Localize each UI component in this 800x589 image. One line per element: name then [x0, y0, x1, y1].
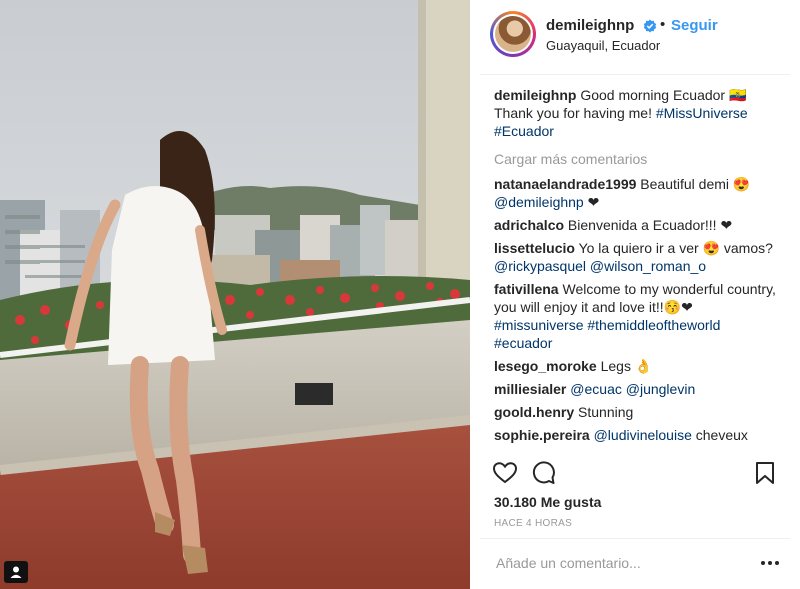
mention-link[interactable]: @rickypasquel	[494, 258, 586, 274]
comment-text: Beautiful demi 😍	[640, 176, 751, 192]
comment-item: lissettelucio Yo la quiero ir a ver 😍 va…	[494, 239, 779, 275]
comment-username[interactable]: lissettelucio	[494, 240, 575, 256]
header-username[interactable]: demileighnp	[546, 17, 634, 34]
comment-username[interactable]: natanaelandrade1999	[494, 176, 636, 192]
comment-username[interactable]: lesego_moroke	[494, 358, 597, 374]
hashtag-link[interactable]: #ecuador	[494, 335, 552, 351]
load-more-comments-button[interactable]: Cargar más comentarios	[494, 150, 779, 168]
post-photo[interactable]	[0, 0, 470, 589]
comment-username[interactable]: goold.henry	[494, 404, 574, 420]
post-header: demileighnp • Seguir Guayaquil, Ecuador	[480, 0, 790, 75]
comment-username[interactable]: sophie.pereira	[494, 427, 590, 443]
mention-link[interactable]: @ecuac	[570, 381, 622, 397]
comment-item: natanaelandrade1999 Beautiful demi 😍 @de…	[494, 175, 779, 211]
comment-item: lesego_moroke Legs 👌	[494, 357, 779, 375]
caption-username[interactable]: demileighnp	[494, 87, 576, 103]
user-tag-icon[interactable]	[4, 561, 28, 583]
follow-button[interactable]: Seguir	[671, 17, 718, 34]
comment-username[interactable]: adrichalco	[494, 217, 564, 233]
hashtag-link[interactable]: #themiddleoftheworld	[587, 317, 720, 333]
comments-list: demileighnp Good morning Ecuador 🇪🇨 Than…	[494, 86, 779, 449]
instagram-post: demileighnp • Seguir Guayaquil, Ecuador …	[0, 0, 800, 589]
comment-bubble-icon[interactable]	[530, 460, 556, 486]
comment-input[interactable]	[494, 554, 748, 572]
mention-link[interactable]: @wilson_roman_o	[590, 258, 706, 274]
comment-text-suffix: cheveux	[695, 427, 748, 443]
comment-username[interactable]: fativillena	[494, 281, 559, 297]
mention-link[interactable]: @junglevin	[626, 381, 695, 397]
comment-text: Bienvenida a Ecuador!!! ❤	[567, 217, 733, 233]
caption: demileighnp Good morning Ecuador 🇪🇨 Than…	[494, 86, 779, 140]
timestamp[interactable]: HACE 4 HORAS	[494, 518, 572, 529]
separator-dot: •	[660, 16, 666, 33]
comment-item: milliesialer @ecuac @junglevin	[494, 380, 779, 398]
mention-link[interactable]: @demileighnp	[494, 194, 584, 210]
photo-scene	[0, 0, 470, 589]
comment-item: fativillena Welcome to my wonderful coun…	[494, 280, 779, 352]
comment-item: goold.henry Stunning	[494, 403, 779, 421]
post-sidebar: demileighnp • Seguir Guayaquil, Ecuador …	[470, 0, 800, 589]
likes-count[interactable]: 30.180 Me gusta	[494, 494, 601, 510]
comment-text: Stunning	[578, 404, 634, 420]
hashtag-link[interactable]: #missuniverse	[494, 317, 583, 333]
comment-item: adrichalco Bienvenida a Ecuador!!! ❤	[494, 216, 779, 234]
comment-text: Legs 👌	[600, 358, 653, 374]
post-actions	[480, 460, 790, 486]
add-comment-bar	[480, 538, 790, 589]
comment-item: sophie.pereira @ludivinelouise cheveux	[494, 426, 779, 444]
comment-text: Yo la quiero ir a ver 😍 vamos?	[578, 240, 773, 256]
verified-badge-icon	[643, 19, 657, 33]
ellipsis-icon[interactable]	[760, 555, 780, 571]
comment-text-suffix: ❤	[587, 194, 600, 210]
heart-icon[interactable]	[492, 460, 518, 486]
comment-username[interactable]: milliesialer	[494, 381, 566, 397]
avatar[interactable]	[490, 11, 536, 57]
mention-link[interactable]: @ludivinelouise	[594, 427, 692, 443]
hashtag-link[interactable]: #Ecuador	[494, 123, 554, 139]
bookmark-icon[interactable]	[752, 460, 778, 486]
location-link[interactable]: Guayaquil, Ecuador	[546, 38, 660, 53]
hashtag-link[interactable]: #MissUniverse	[656, 105, 748, 121]
